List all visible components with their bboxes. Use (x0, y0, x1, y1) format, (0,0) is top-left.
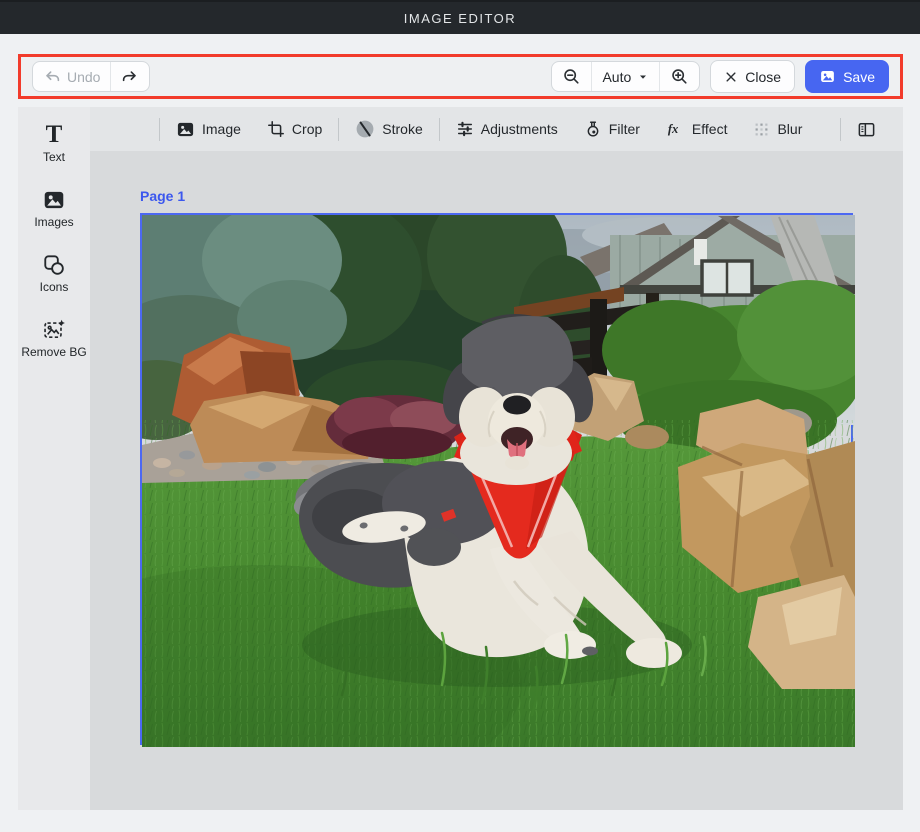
tool-image[interactable]: Image (163, 120, 254, 139)
crop-icon (267, 120, 285, 138)
divider (159, 118, 160, 141)
panel-toggle-button[interactable] (844, 120, 889, 139)
redo-icon (121, 68, 139, 86)
blur-dots-icon (753, 121, 770, 138)
sidebar-item-label: Images (34, 215, 73, 230)
page-label[interactable]: Page 1 (140, 188, 185, 204)
image-tool-icon (176, 120, 195, 139)
icons-shapes-icon (42, 253, 66, 277)
zoom-level-dropdown[interactable]: Auto (591, 62, 659, 91)
tool-stroke[interactable]: Stroke (342, 119, 435, 139)
object-tools-row: Image Crop Stroke (90, 107, 903, 151)
dog-paw-spot (582, 647, 598, 656)
adjustments-sliders-icon (456, 120, 474, 138)
dog-paw-right (626, 638, 682, 668)
sidebar-item-icons[interactable]: Icons (21, 253, 87, 295)
close-label: Close (745, 69, 781, 85)
tool-crop[interactable]: Crop (254, 120, 335, 138)
app-title: IMAGE EDITOR (404, 11, 516, 26)
chevron-down-icon (637, 71, 649, 83)
sidebar-item-images[interactable]: Images (21, 188, 87, 230)
text-tool-icon: T (46, 123, 63, 147)
tool-label: Image (202, 121, 241, 137)
filter-flask-icon (584, 120, 602, 138)
undo-label: Undo (67, 69, 100, 85)
dog-photo-illustration (142, 215, 855, 747)
redo-button[interactable] (110, 62, 149, 91)
tool-label: Stroke (382, 121, 422, 137)
close-icon (724, 70, 738, 84)
sidebar-item-label: Remove BG (21, 345, 86, 360)
no-stroke-icon (355, 119, 375, 139)
save-image-icon (819, 68, 836, 85)
images-icon (42, 188, 66, 212)
save-button[interactable]: Save (805, 60, 889, 93)
close-button[interactable]: Close (710, 60, 795, 93)
svg-text:fx: fx (668, 122, 679, 136)
tool-label: Adjustments (481, 121, 558, 137)
history-button-group: Undo (32, 61, 150, 92)
remove-bg-icon (42, 318, 66, 342)
divider (840, 118, 841, 141)
tool-label: Crop (292, 121, 322, 137)
divider (439, 118, 440, 141)
zoom-level-value: Auto (602, 69, 631, 85)
canvas-area[interactable]: Page 1 (90, 151, 903, 810)
sidebar-item-label: Icons (40, 280, 69, 295)
sidebar-item-remove-bg[interactable]: Remove BG (21, 318, 87, 360)
zoom-control-group: Auto (551, 61, 700, 92)
divider (338, 118, 339, 141)
zoom-in-button[interactable] (659, 62, 699, 91)
sidebar-item-text[interactable]: T Text (21, 123, 87, 165)
tool-label: Blur (777, 121, 802, 137)
top-toolbar-highlight: Undo Auto (18, 54, 903, 99)
zoom-out-icon (562, 67, 581, 86)
app-header: IMAGE EDITOR (0, 0, 920, 34)
burgundy-bush (326, 395, 462, 459)
editor-shell: T Text Images Icons (18, 107, 903, 810)
tool-adjustments[interactable]: Adjustments (443, 120, 571, 138)
zoom-in-icon (670, 67, 689, 86)
selected-photo-dog[interactable] (140, 213, 853, 745)
main-area: Image Crop Stroke (90, 107, 903, 810)
undo-button[interactable]: Undo (33, 62, 110, 91)
effect-fx-icon: fx (666, 120, 685, 138)
undo-icon (43, 68, 61, 86)
tool-blur[interactable]: Blur (740, 121, 815, 138)
panel-layout-icon (857, 120, 876, 139)
tool-label: Effect (692, 121, 728, 137)
save-label: Save (843, 69, 875, 85)
sidebar-item-label: Text (43, 150, 65, 165)
tool-label: Filter (609, 121, 640, 137)
tool-filter[interactable]: Filter (571, 120, 653, 138)
zoom-out-button[interactable] (552, 62, 591, 91)
left-side-panel: T Text Images Icons (18, 107, 90, 810)
tool-effect[interactable]: fx Effect (653, 120, 741, 138)
